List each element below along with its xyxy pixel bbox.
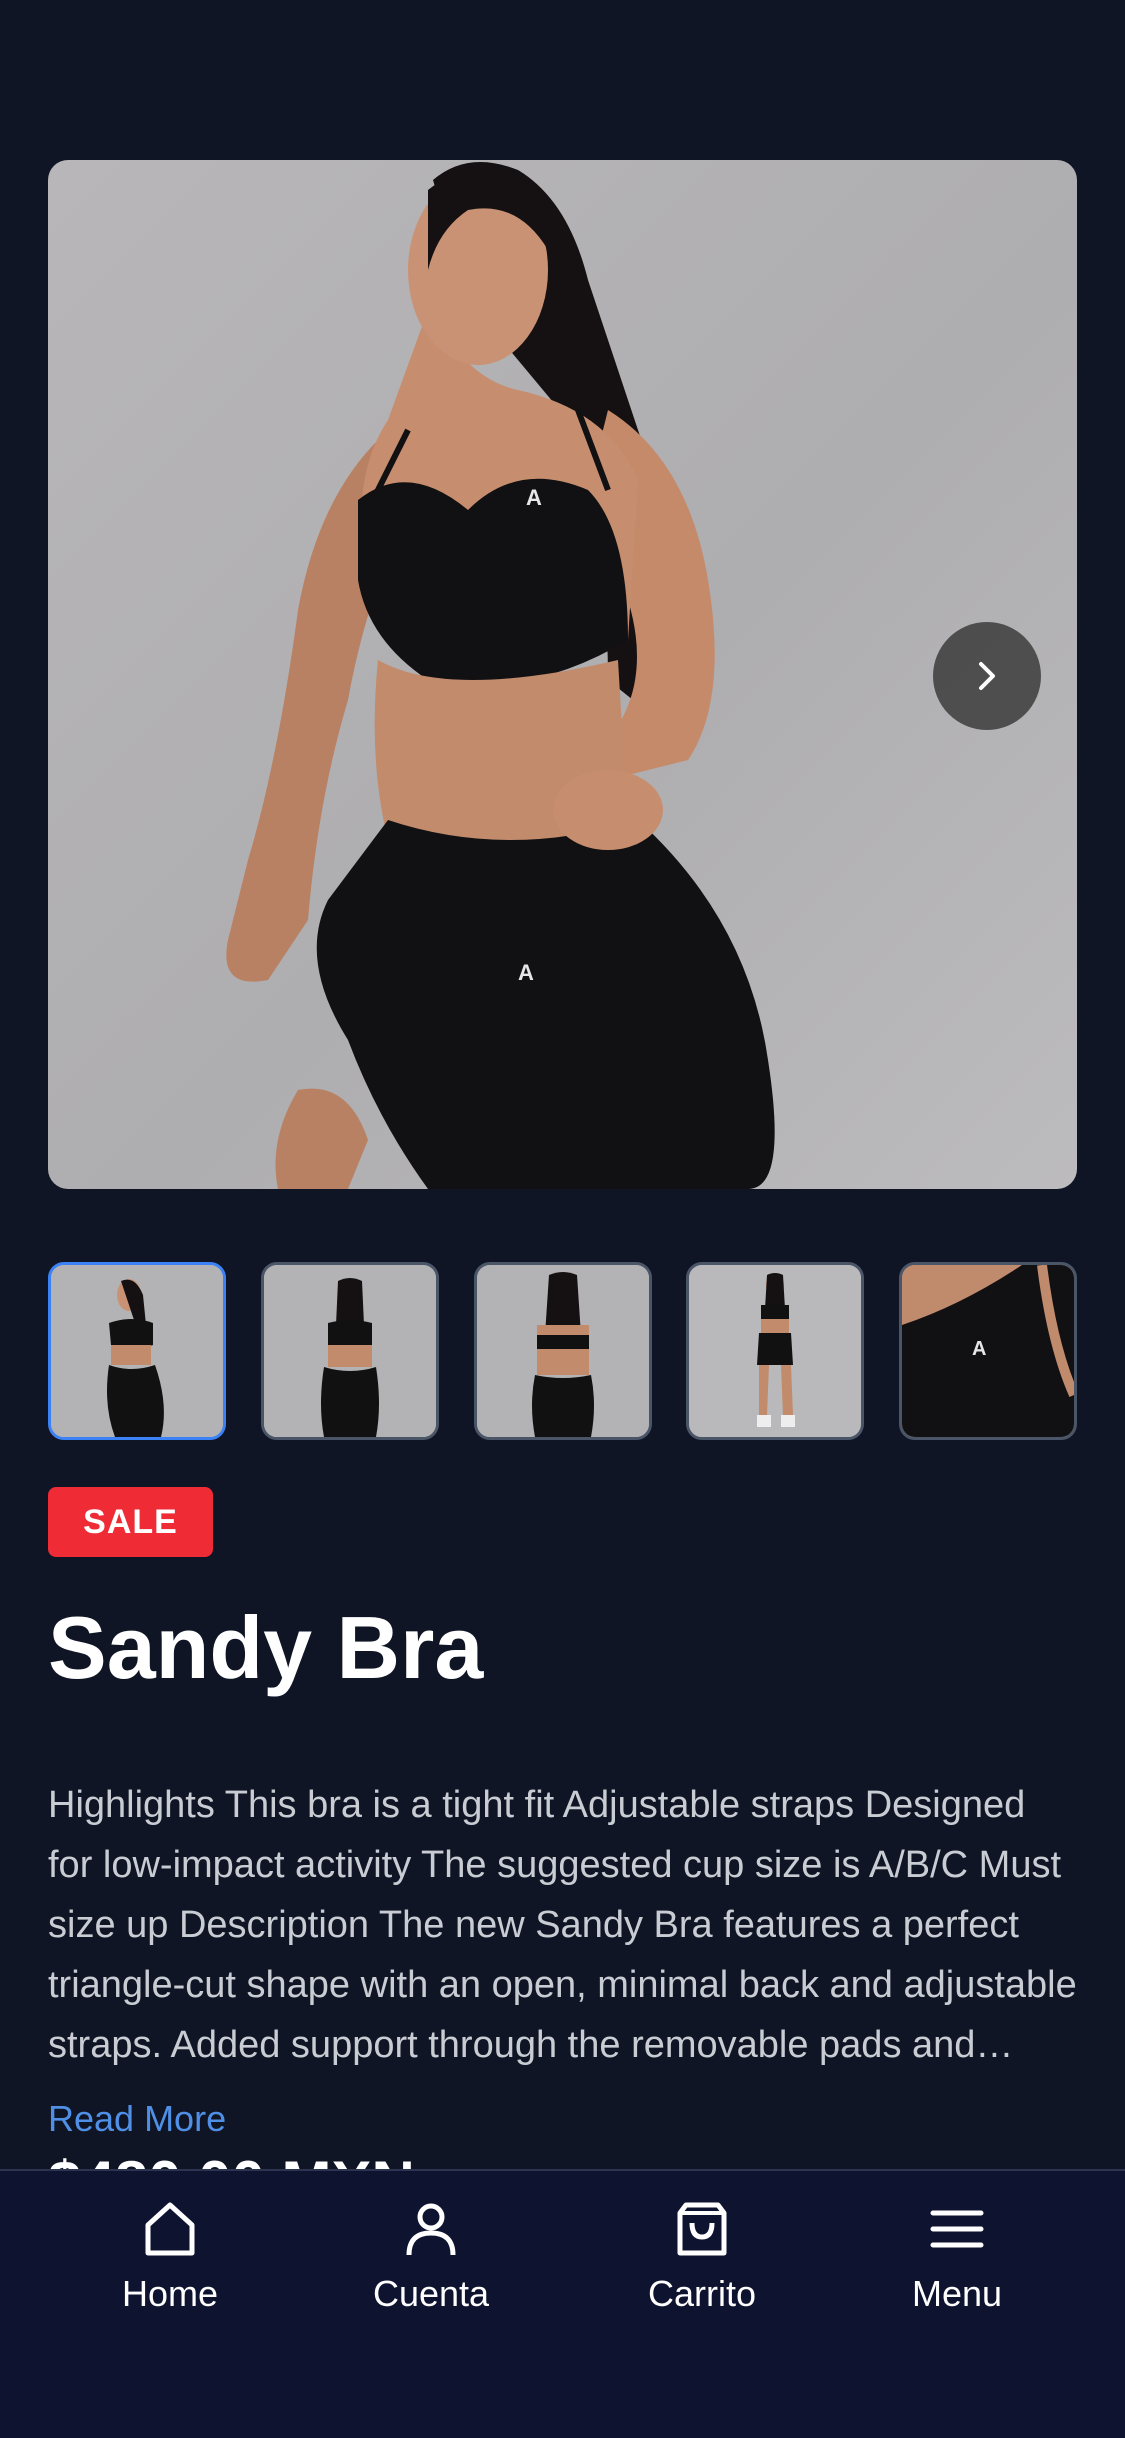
nav-item-account[interactable]: Cuenta — [331, 2199, 531, 2319]
thumbnail-image: A — [902, 1265, 1074, 1437]
thumbnail-image — [689, 1265, 862, 1437]
nav-label-account: Cuenta — [372, 2273, 490, 2314]
brand-logo: A — [526, 485, 542, 510]
shopping-bag-icon — [677, 2202, 727, 2256]
home-icon — [145, 2202, 195, 2256]
nav-item-menu[interactable]: Menu — [857, 2199, 1057, 2319]
bottom-nav: Home Cuenta Carrito Menu — [0, 2169, 1125, 2438]
product-title: Sandy Bra — [48, 1598, 484, 1697]
menu-icon — [930, 2210, 984, 2248]
product-photo: A A — [226, 162, 775, 1189]
sale-badge: SALE — [48, 1487, 213, 1557]
thumbnail-4[interactable] — [686, 1262, 865, 1440]
thumbnail-1[interactable] — [48, 1262, 226, 1440]
read-more-link[interactable]: Read More — [48, 2098, 226, 2140]
thumbnail-image — [51, 1265, 223, 1437]
nav-item-home[interactable]: Home — [70, 2199, 270, 2319]
thumbnail-3[interactable] — [473, 1262, 652, 1440]
nav-label-home: Home — [121, 2273, 219, 2314]
thumbnail-2[interactable] — [260, 1262, 439, 1440]
chevron-right-icon — [979, 662, 995, 690]
user-icon — [406, 2203, 456, 2256]
thumbnail-5[interactable]: A — [899, 1262, 1077, 1440]
next-image-button[interactable] — [933, 622, 1041, 730]
nav-label-cart: Carrito — [647, 2273, 757, 2314]
nav-item-cart[interactable]: Carrito — [602, 2199, 802, 2319]
thumbnail-strip: A — [48, 1262, 1077, 1440]
svg-text:A: A — [972, 1338, 986, 1360]
thumbnail-image — [476, 1265, 649, 1437]
product-main-image[interactable]: A A — [48, 160, 1077, 1189]
product-description: Highlights This bra is a tight fit Adjus… — [48, 1784, 1077, 2066]
svg-text:A: A — [518, 960, 534, 985]
nav-label-menu: Menu — [911, 2273, 1003, 2314]
thumbnail-image — [263, 1265, 436, 1437]
